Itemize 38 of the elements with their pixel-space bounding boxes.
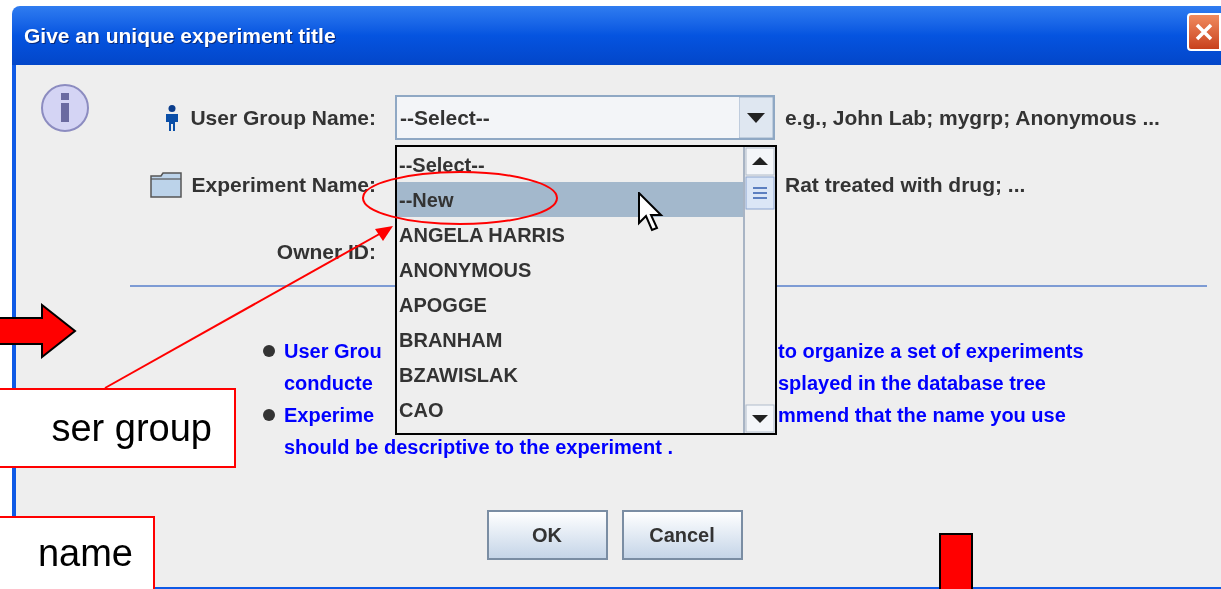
note-text: should be descriptive to the experiment . [284,435,673,460]
field-hint: Rat treated with drug; ... [785,171,1026,198]
field-label: Owner ID: [276,238,376,265]
dialog-button[interactable]: Cancel [621,510,743,560]
field-label: User Group Name: [190,104,376,131]
callout-text: name [37,530,133,576]
note-text: conducte [284,371,374,396]
note-text: Experime [284,403,376,428]
marker-bar [939,533,973,589]
group-combo-box[interactable]: --Select-- [395,95,775,140]
close-button[interactable] [1187,12,1221,51]
note-text: User Grou [284,339,383,364]
callout-text: ser group [51,405,212,451]
dropdown-item[interactable]: ANGELA HARRIS [397,217,743,252]
note-text: mmend that the name you use [778,403,1066,428]
info-icon [40,83,92,135]
dropdown-item[interactable]: APOGGE [397,287,743,322]
person-icon [164,104,181,131]
scroll-thumb[interactable] [745,176,775,210]
dropdown-item[interactable]: --Select-- [397,147,743,182]
close-icon [1195,22,1213,41]
mouse-cursor-icon [638,192,664,234]
dropdown-item[interactable]: CAO [397,392,743,427]
dialog-button[interactable]: OK [486,510,608,560]
note-text: to organize a set of experiments [778,339,1084,364]
field-hint: e.g., John Lab; mygrp; Anonymous ... [785,104,1160,131]
scrollbar[interactable] [743,147,775,433]
scroll-down-icon[interactable] [745,404,775,433]
dropdown-item[interactable]: --New [397,182,743,217]
dropdown-item[interactable]: BZAWISLAK [397,357,743,392]
field-label: Experiment Name: [191,171,376,198]
dropdown-arrow-icon[interactable] [739,97,773,138]
note-text: splayed in the database tree [778,371,1046,396]
scroll-up-icon[interactable] [745,147,775,176]
window-title: Give an unique experiment title [24,22,336,49]
dropdown-item[interactable]: ANONYMOUS [397,252,743,287]
folder-icon [149,171,182,198]
dropdown-item[interactable]: BRANHAM [397,322,743,357]
